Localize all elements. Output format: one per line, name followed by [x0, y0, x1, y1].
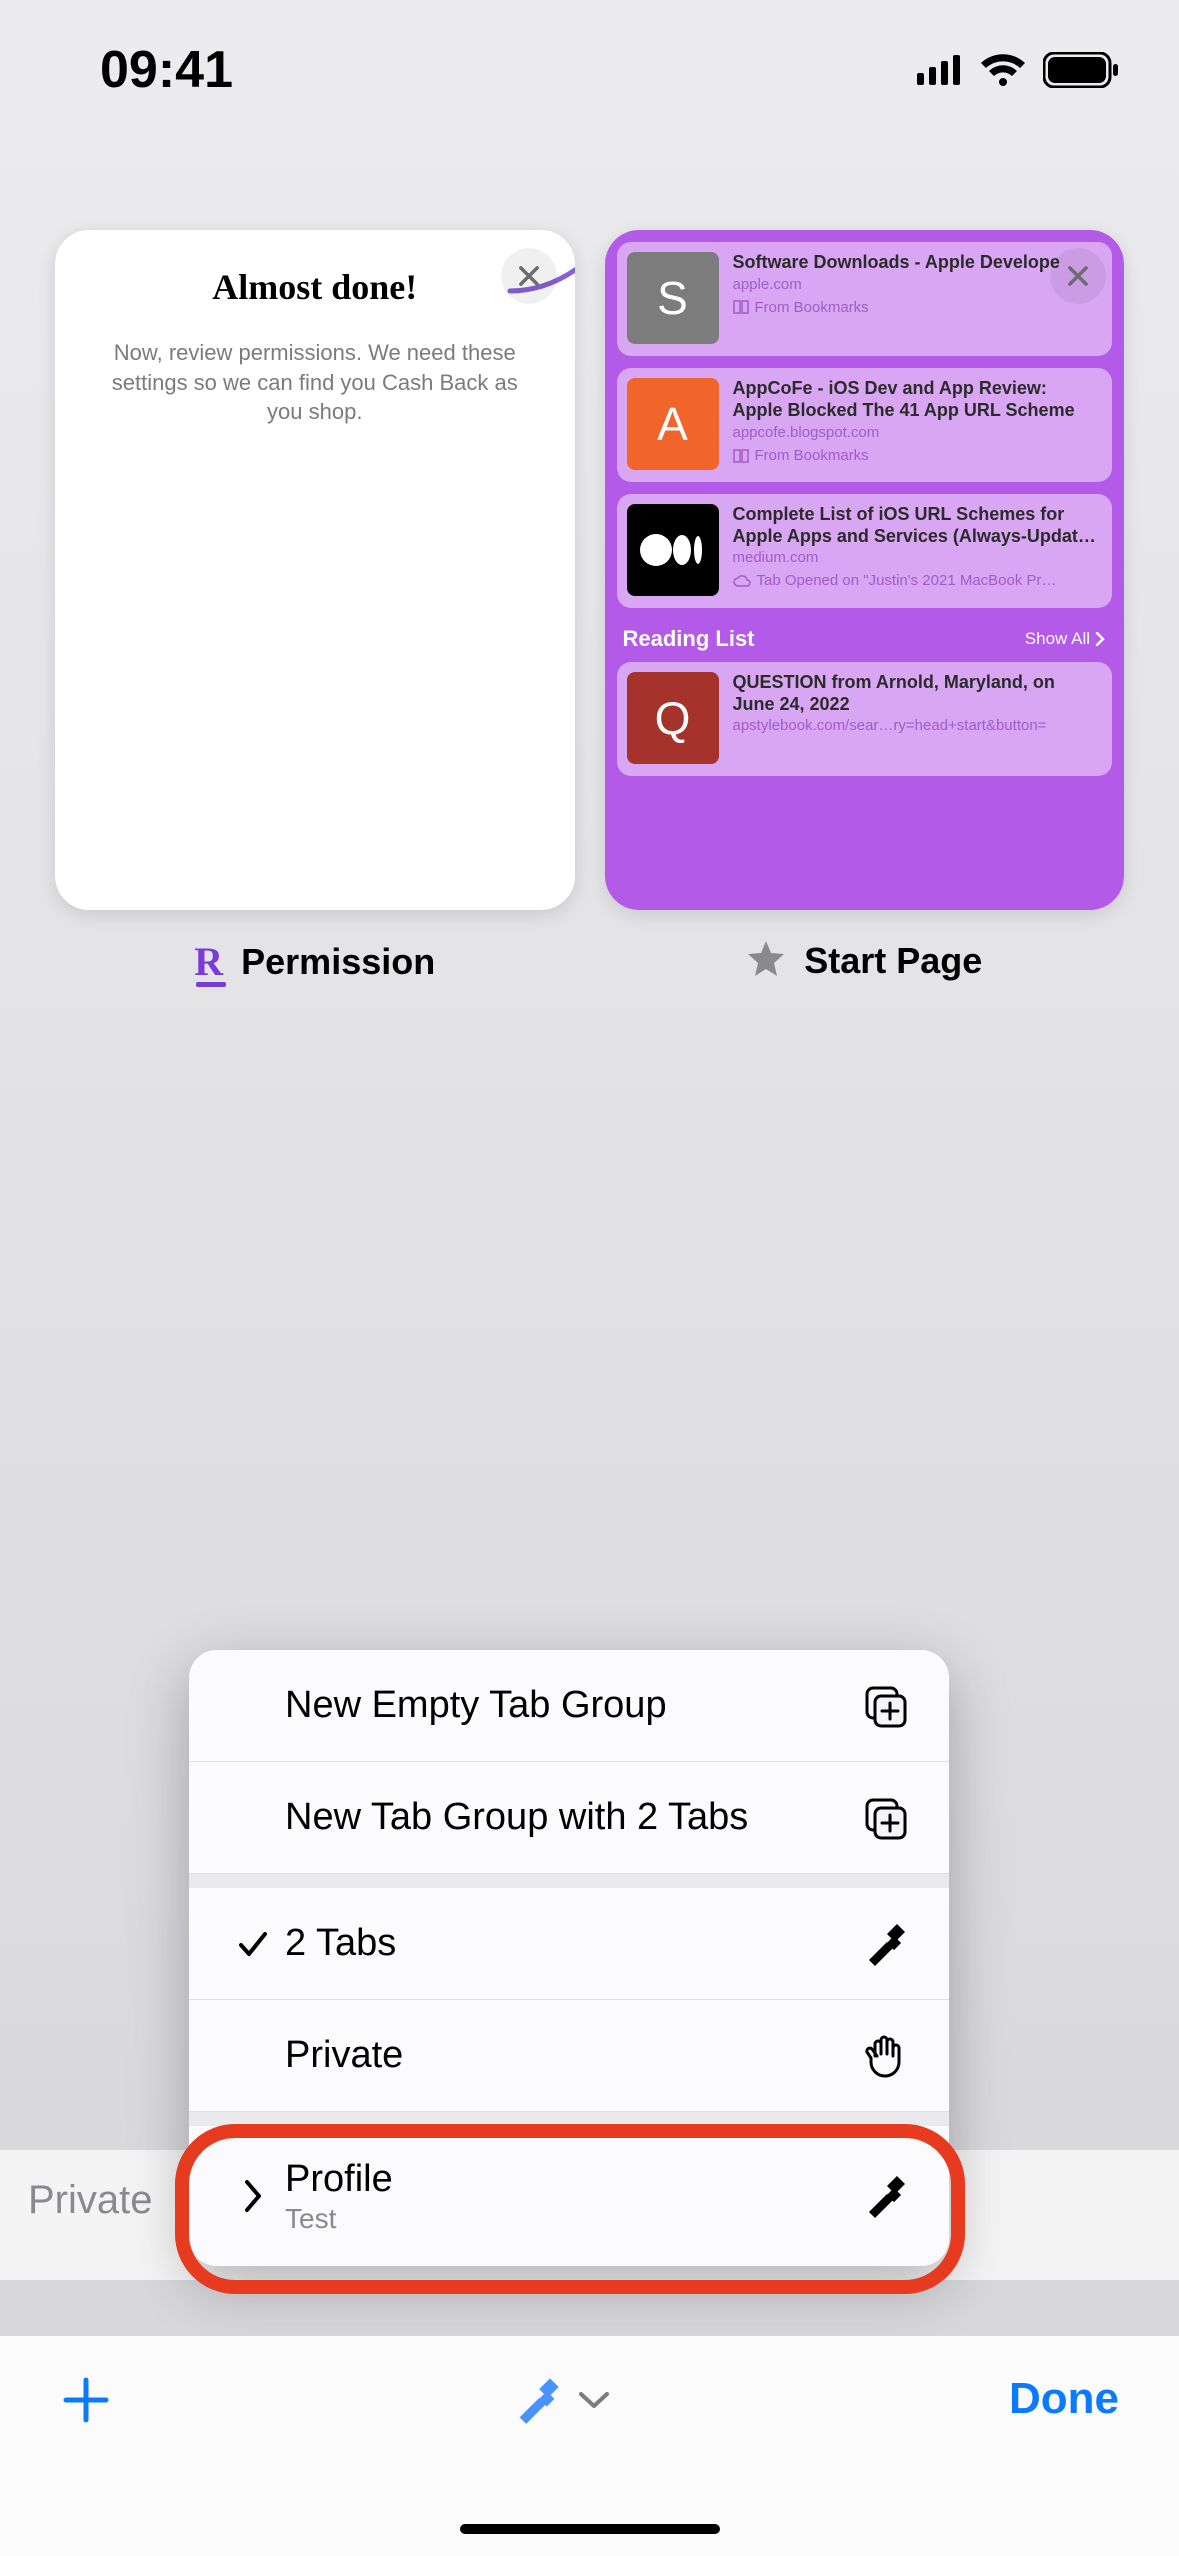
done-button[interactable]: Done	[1009, 2374, 1119, 2424]
tab-card-startpage[interactable]: S Software Downloads - Apple Develope appl…	[605, 230, 1125, 985]
status-bar: 09:41	[0, 0, 1179, 140]
card-domain: apstylebook.com/sear…ry=head+start&butto…	[733, 717, 1101, 734]
card-thumbnail: S	[627, 252, 719, 344]
permission-body: Now, review permissions. We need these s…	[91, 338, 539, 427]
hammer-icon	[857, 2172, 913, 2220]
permission-title: Almost done!	[91, 266, 539, 308]
card-domain: medium.com	[733, 549, 1101, 566]
card-title: AppCoFe - iOS Dev and App Review: Apple …	[733, 378, 1101, 422]
card-title: Complete List of iOS URL Schemes for App…	[733, 504, 1101, 547]
close-tab-button[interactable]	[501, 248, 557, 304]
card-domain: appcofe.blogspot.com	[733, 424, 1101, 441]
card-domain: apple.com	[733, 276, 1101, 293]
card-meta: From Bookmarks	[733, 447, 1101, 464]
card-title: QUESTION from Arnold, Maryland, on June …	[733, 672, 1101, 715]
wifi-icon	[979, 53, 1027, 87]
chevron-down-icon	[577, 2389, 611, 2416]
tab-group-private-label[interactable]: Private	[28, 2178, 153, 2223]
hand-icon	[857, 2032, 913, 2080]
card-meta: From Bookmarks	[733, 299, 1101, 316]
tab-group-menu: New Empty Tab Group New Tab Group with 2…	[189, 1650, 949, 2266]
hammer-icon	[857, 1920, 913, 1968]
tab-preview-permission[interactable]: Almost done! Now, review permissions. We…	[55, 230, 575, 910]
menu-new-empty-tab-group[interactable]: New Empty Tab Group	[189, 1650, 949, 1762]
tab-overview: Almost done! Now, review permissions. We…	[55, 230, 1124, 985]
tab-label-text: Start Page	[804, 940, 982, 982]
tab-label-startpage: Start Page	[746, 938, 982, 983]
star-icon	[746, 938, 786, 983]
tab-preview-startpage[interactable]: S Software Downloads - Apple Develope appl…	[605, 230, 1125, 910]
tab-label-text: Permission	[241, 941, 435, 983]
tab-card-permission[interactable]: Almost done! Now, review permissions. We…	[55, 230, 575, 985]
checkmark-icon	[225, 1926, 281, 1962]
hammer-icon	[511, 2374, 563, 2431]
tab-group-add-icon	[857, 1796, 913, 1840]
tab-group-picker[interactable]	[511, 2374, 611, 2431]
tab-label-permission: R Permission	[194, 938, 435, 985]
tab-group-add-icon	[857, 1684, 913, 1728]
reading-list-header: Reading List Show All	[617, 620, 1113, 662]
start-page-card[interactable]: S Software Downloads - Apple Develope appl…	[617, 242, 1113, 356]
status-time: 09:41	[100, 40, 233, 100]
menu-private[interactable]: Private	[189, 2000, 949, 2112]
chevron-right-icon	[225, 2178, 281, 2214]
reading-list-title: Reading List	[623, 626, 755, 652]
menu-profile[interactable]: Profile Test	[189, 2126, 949, 2266]
card-meta: Tab Opened on "Justin's 2021 MacBook Pr…	[733, 572, 1101, 589]
start-page-card[interactable]: A AppCoFe - iOS Dev and App Review: Apple…	[617, 368, 1113, 482]
menu-new-tab-group-with-tabs[interactable]: New Tab Group with 2 Tabs	[189, 1762, 949, 1874]
card-thumbnail	[627, 504, 719, 596]
card-thumbnail: Q	[627, 672, 719, 764]
menu-current-tabs[interactable]: 2 Tabs	[189, 1888, 949, 2000]
bottom-toolbar: Done	[0, 2336, 1179, 2556]
home-indicator	[460, 2524, 720, 2534]
show-all-button[interactable]: Show All	[1025, 629, 1106, 649]
status-icons	[917, 52, 1119, 88]
cellular-icon	[917, 55, 963, 85]
menu-profile-title: Profile	[285, 2158, 393, 2200]
start-page-card[interactable]: Complete List of iOS URL Schemes for App…	[617, 494, 1113, 608]
card-thumbnail: A	[627, 378, 719, 470]
menu-profile-subtitle: Test	[285, 2203, 857, 2235]
rakuten-logo-icon: R	[194, 938, 223, 985]
close-tab-button[interactable]	[1050, 248, 1106, 304]
battery-icon	[1043, 52, 1119, 88]
card-title: Software Downloads - Apple Develope	[733, 252, 1101, 274]
new-tab-button[interactable]	[60, 2374, 112, 2431]
reading-list-item[interactable]: Q QUESTION from Arnold, Maryland, on June…	[617, 662, 1113, 776]
